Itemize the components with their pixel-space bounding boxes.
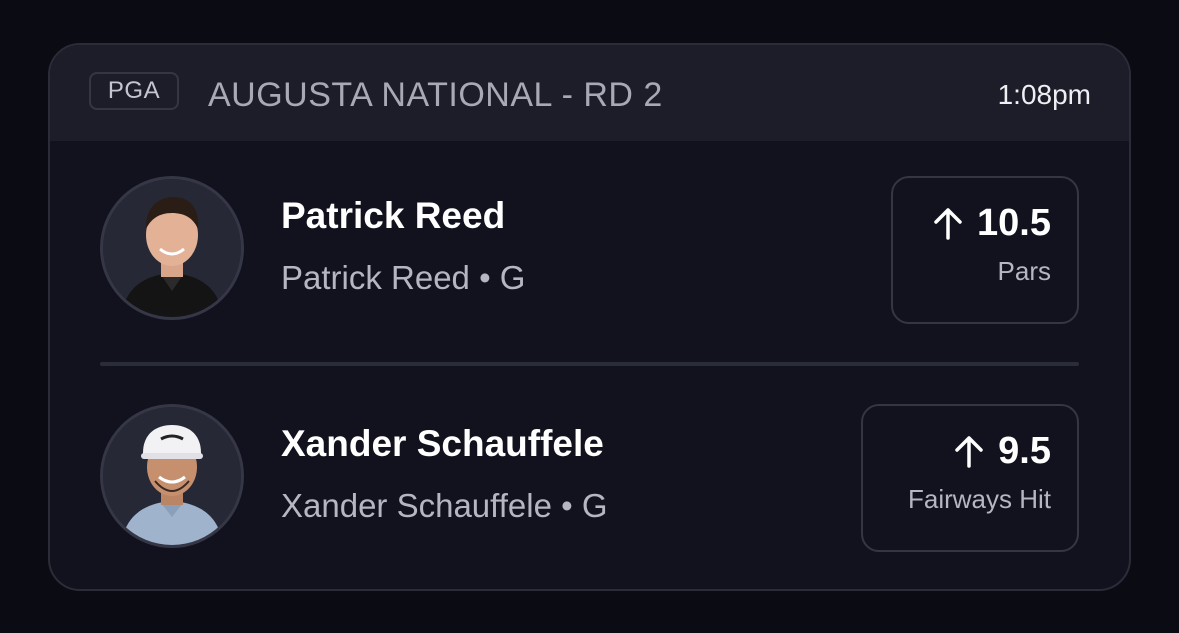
projection-line: 9.5 (889, 428, 1051, 474)
arrow-up-icon (934, 208, 962, 240)
prop-card: PGA AUGUSTA NATIONAL - RD 2 1:08pm Patri… (48, 43, 1131, 591)
player-avatar (100, 404, 244, 548)
projection-value: 10.5 (977, 202, 1051, 244)
stat-type: Pars (997, 256, 1051, 286)
player-position: Patrick Reed • G (281, 259, 526, 296)
event-time: 1:08pm (997, 79, 1091, 110)
projection-line: 10.5 (919, 200, 1051, 246)
pick-row[interactable]: Patrick Reed Patrick Reed • G 10.5 Pars (50, 176, 1129, 326)
arrow-up-icon (955, 436, 983, 468)
player-photo-icon (103, 407, 241, 545)
projection-value: 9.5 (998, 430, 1051, 472)
event-title: AUGUSTA NATIONAL - RD 2 (208, 76, 663, 114)
projection-box[interactable]: 10.5 Pars (891, 176, 1079, 324)
divider (100, 362, 1079, 366)
player-name: Patrick Reed (281, 195, 506, 236)
league-badge: PGA (89, 72, 179, 110)
player-name: Xander Schauffele (281, 423, 604, 464)
card-header: PGA AUGUSTA NATIONAL - RD 2 1:08pm (50, 45, 1129, 141)
pick-row[interactable]: Xander Schauffele Xander Schauffele • G … (50, 404, 1129, 554)
player-avatar (100, 176, 244, 320)
projection-box[interactable]: 9.5 Fairways Hit (861, 404, 1079, 552)
stat-type: Fairways Hit (907, 484, 1051, 514)
player-position: Xander Schauffele • G (281, 487, 608, 524)
player-photo-icon (103, 179, 241, 317)
